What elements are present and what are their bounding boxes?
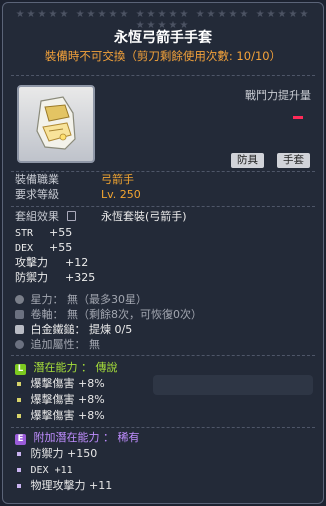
bonus-potential-line-text: DEX +11: [30, 465, 73, 476]
potential-line-text: 爆擊傷害 +8%: [30, 409, 105, 422]
set-effect-row: 套組效果 永恆套裝(弓箭手): [15, 210, 187, 223]
scroll-icon: [15, 310, 24, 319]
bullet-icon: [17, 397, 21, 402]
item-name: 永恆弓箭手手套: [114, 30, 212, 46]
hammer-value: 提煉 0/5: [89, 323, 133, 336]
hammer-label: 白金鐵鎚：: [30, 323, 86, 336]
potential-line: 爆擊傷害 +8%: [15, 409, 105, 422]
set-effect-value: 永恆套裝(弓箭手): [101, 210, 187, 223]
extra-option-label: 追加屬性：: [30, 338, 86, 351]
stat-value: +12: [65, 256, 89, 269]
stat-name: 攻擊力: [15, 256, 48, 269]
potential-line-text: 爆擊傷害 +8%: [30, 393, 105, 406]
gear-icon: [15, 340, 24, 349]
level-row: 要求等級 Lv. 250: [15, 188, 141, 201]
extra-option-info: 追加屬性： 無: [15, 338, 100, 351]
job-label: 裝備職業: [15, 173, 59, 186]
tag-armor: 防具: [231, 153, 264, 168]
legendary-badge-icon: L: [15, 364, 26, 375]
divider: [11, 355, 315, 356]
stat-row-attack: 攻擊力 +12: [15, 256, 88, 269]
level-label: 要求等級: [15, 188, 59, 201]
bonus-potential-title: 附加潛在能力 ： 稀有: [33, 431, 140, 444]
scroll-info: 卷軸： 無（剩餘8次，可恢復0次）: [15, 308, 202, 321]
combat-power-indicator: [293, 116, 303, 119]
hammer-info: 白金鐵鎚： 提煉 0/5: [15, 323, 132, 336]
bonus-potential-line: 防禦力 +150: [15, 447, 97, 460]
trade-notice: 裝備時不可交換（剪刀剩餘使用次數: 10/10）: [44, 49, 282, 63]
bullet-icon: [17, 467, 21, 472]
bonus-potential-line: DEX +11: [15, 463, 73, 477]
star-icon: [15, 295, 24, 304]
potential-title: 潛在能力 ： 傳說: [33, 361, 118, 374]
stat-value: +55: [49, 241, 73, 254]
bullet-icon: [17, 451, 21, 456]
stat-value: +325: [65, 271, 96, 284]
bonus-potential-header: E 附加潛在能力 ： 稀有: [15, 431, 140, 445]
hammer-icon: [15, 325, 24, 334]
lock-icon: [66, 211, 76, 221]
stat-row-str: STR +55: [15, 226, 72, 240]
scroll-value: 無（剩餘8次，可恢復0次）: [67, 308, 202, 321]
combat-power-label: 戰鬥力提升量: [245, 89, 311, 102]
set-effect-label: 套組效果: [15, 210, 59, 223]
stat-row-dex: DEX +55: [15, 241, 72, 255]
star-force-value: 無（最多30星）: [67, 293, 147, 306]
divider: [11, 206, 315, 207]
bullet-icon: [17, 413, 21, 418]
item-tooltip: ★★★★★ ★★★★★ ★★★★★ ★★★★★ ★★★★★ ★★★★★ 永恆弓箭…: [2, 2, 324, 504]
item-icon-frame: [17, 85, 95, 163]
background-banner: [153, 375, 313, 395]
stat-name: STR: [15, 228, 34, 239]
scroll-label: 卷軸：: [30, 308, 64, 321]
star-force-label: 星力：: [30, 293, 64, 306]
divider: [11, 75, 315, 76]
divider: [11, 171, 315, 172]
tag-gloves: 手套: [277, 153, 310, 168]
job-row: 裝備職業 弓箭手: [15, 173, 134, 186]
glove-icon: [36, 96, 76, 150]
star-force-info: 星力： 無（最多30星）: [15, 293, 147, 306]
epic-badge-icon: E: [15, 434, 26, 445]
stat-name: DEX: [15, 243, 34, 254]
potential-line-text: 爆擊傷害 +8%: [30, 377, 105, 390]
potential-line: 爆擊傷害 +8%: [15, 377, 105, 390]
potential-line: 爆擊傷害 +8%: [15, 393, 105, 406]
stat-value: +55: [49, 226, 73, 239]
bullet-icon: [17, 483, 21, 488]
bonus-potential-line-text: 防禦力 +150: [30, 447, 98, 460]
bullet-icon: [17, 381, 21, 386]
stat-row-defense: 防禦力 +325: [15, 271, 95, 284]
bonus-potential-line-text: 物理攻擊力 +11: [30, 479, 113, 492]
divider: [11, 427, 315, 428]
level-value: Lv. 250: [101, 188, 141, 201]
bonus-potential-line: 物理攻擊力 +11: [15, 479, 112, 492]
extra-option-value: 無: [89, 338, 100, 351]
job-value: 弓箭手: [101, 173, 134, 186]
potential-header: L 潛在能力 ： 傳說: [15, 361, 118, 375]
stat-name: 防禦力: [15, 271, 48, 284]
